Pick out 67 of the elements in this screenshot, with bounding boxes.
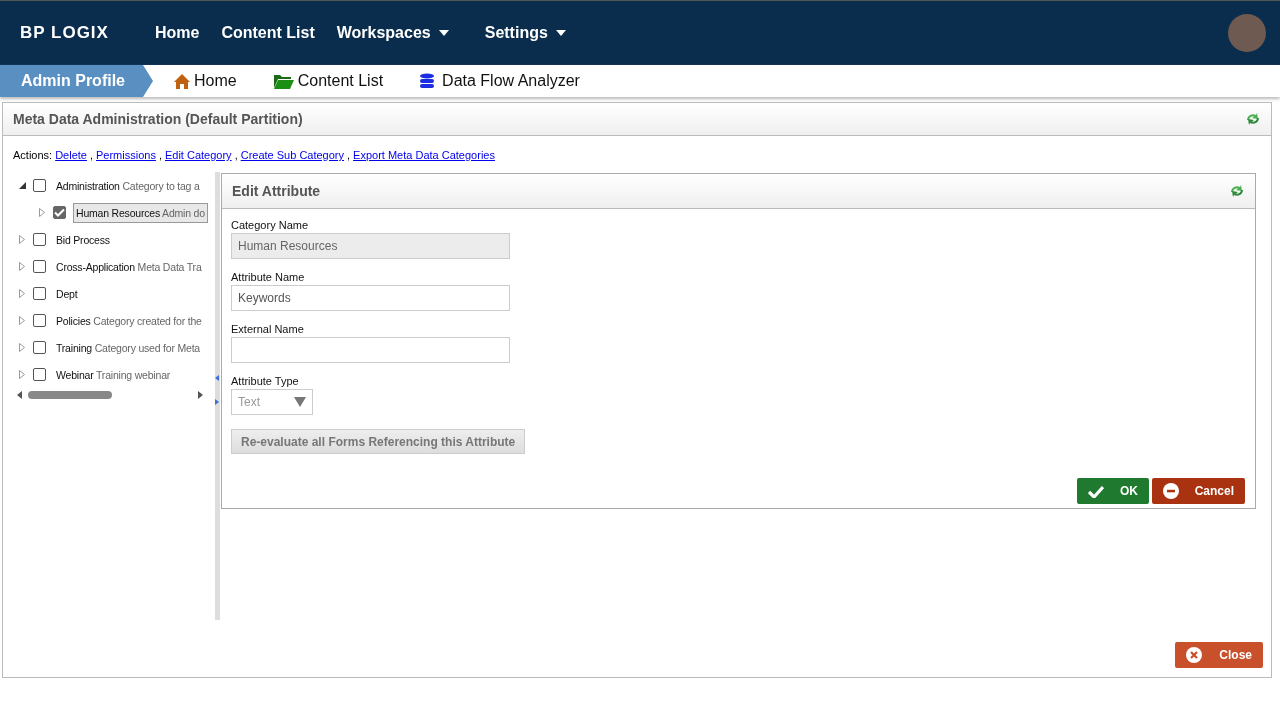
collapsed-triangle-icon[interactable] <box>37 208 47 217</box>
scroll-left-arrow-icon[interactable] <box>17 391 22 399</box>
tree-item[interactable]: Cross-Application Meta Data Tra <box>53 256 205 277</box>
scroll-right-arrow-icon[interactable] <box>198 391 203 399</box>
tree-item[interactable]: Bid Process <box>53 229 113 250</box>
tree-item[interactable]: Training Category used for Meta <box>53 337 203 358</box>
caret-icon <box>555 30 566 36</box>
nav-menu-item[interactable]: Workspaces <box>336 24 449 42</box>
separator-comma: , <box>234 149 238 161</box>
collapse-arrows-icon <box>215 375 219 405</box>
database-icon <box>419 73 436 89</box>
tree-item[interactable]: Human Resources Admin do <box>73 202 208 223</box>
action-link[interactable]: Edit Category <box>164 149 232 161</box>
re-evaluate-button[interactable]: Re-evaluate all Forms Referencing this Attribute <box>231 429 526 454</box>
collapsed-triangle-icon[interactable] <box>17 289 27 298</box>
separator-comma: , <box>89 149 93 161</box>
folder-icon <box>272 72 295 90</box>
checkbox[interactable] <box>33 260 46 273</box>
field-label: Attribute Type <box>231 375 300 387</box>
input-field[interactable]: Keywords <box>231 285 510 311</box>
field-label: Attribute Name <box>231 271 306 283</box>
close-button[interactable]: Close <box>1175 642 1263 668</box>
checkbox[interactable] <box>33 368 46 381</box>
tree-item[interactable]: Webinar Training webinar <box>53 364 174 385</box>
panel-title: Meta Data Administration (Default Partition) <box>13 111 303 127</box>
nav-menu-item[interactable]: Content List <box>221 24 315 42</box>
tree-item[interactable]: Dept <box>53 283 81 304</box>
checkbox[interactable] <box>33 287 46 300</box>
checkbox[interactable] <box>53 206 66 219</box>
input-field[interactable] <box>231 337 510 363</box>
logo: BP LOGIX <box>20 23 109 43</box>
tree-item[interactable]: Administration Category to tag a <box>53 175 203 196</box>
separator-comma: , <box>158 149 162 161</box>
x-circle-icon <box>1186 647 1202 663</box>
cancel-button[interactable]: Cancel <box>1152 478 1245 504</box>
collapsed-triangle-icon[interactable] <box>17 316 27 325</box>
separator-comma: , <box>347 149 351 161</box>
nav-menu-item[interactable]: Home <box>154 24 200 42</box>
action-link[interactable]: Permissions <box>96 149 156 161</box>
collapsed-triangle-icon[interactable] <box>17 262 27 271</box>
tree-item[interactable]: Policies Category created for the <box>53 310 205 331</box>
ok-button[interactable]: OK <box>1077 478 1149 504</box>
checkbox[interactable] <box>33 341 46 354</box>
collapsed-triangle-icon[interactable] <box>17 343 27 352</box>
expanded-triangle-icon[interactable] <box>17 182 27 189</box>
collapsed-triangle-icon[interactable] <box>17 235 27 244</box>
scrollbar-thumb[interactable] <box>28 391 112 399</box>
nav-menu-item[interactable]: Settings <box>484 24 566 42</box>
actions-label: Actions: <box>13 149 53 161</box>
action-link[interactable]: Create Sub Category <box>240 149 345 161</box>
caret-icon <box>294 397 306 407</box>
collapsed-triangle-icon[interactable] <box>17 370 27 379</box>
check-icon <box>1088 484 1104 498</box>
checkbox[interactable] <box>33 233 46 246</box>
house-icon <box>173 72 191 90</box>
checkbox[interactable] <box>33 179 46 192</box>
action-link[interactable]: Export Meta Data Categories <box>353 149 495 161</box>
checkbox[interactable] <box>33 314 46 327</box>
action-link[interactable]: Delete <box>55 149 87 161</box>
field-label: Category Name <box>231 219 310 231</box>
field-label: External Name <box>231 323 305 335</box>
caret-icon <box>438 30 449 36</box>
breadcrumb-link[interactable]: Data Flow Analyzer <box>419 72 580 90</box>
edit-panel-title: Edit Attribute <box>232 183 321 199</box>
breadcrumb-link[interactable]: Content List <box>272 72 384 90</box>
minus-circle-icon <box>1163 483 1179 499</box>
breadcrumb-link[interactable]: Home <box>173 72 237 90</box>
